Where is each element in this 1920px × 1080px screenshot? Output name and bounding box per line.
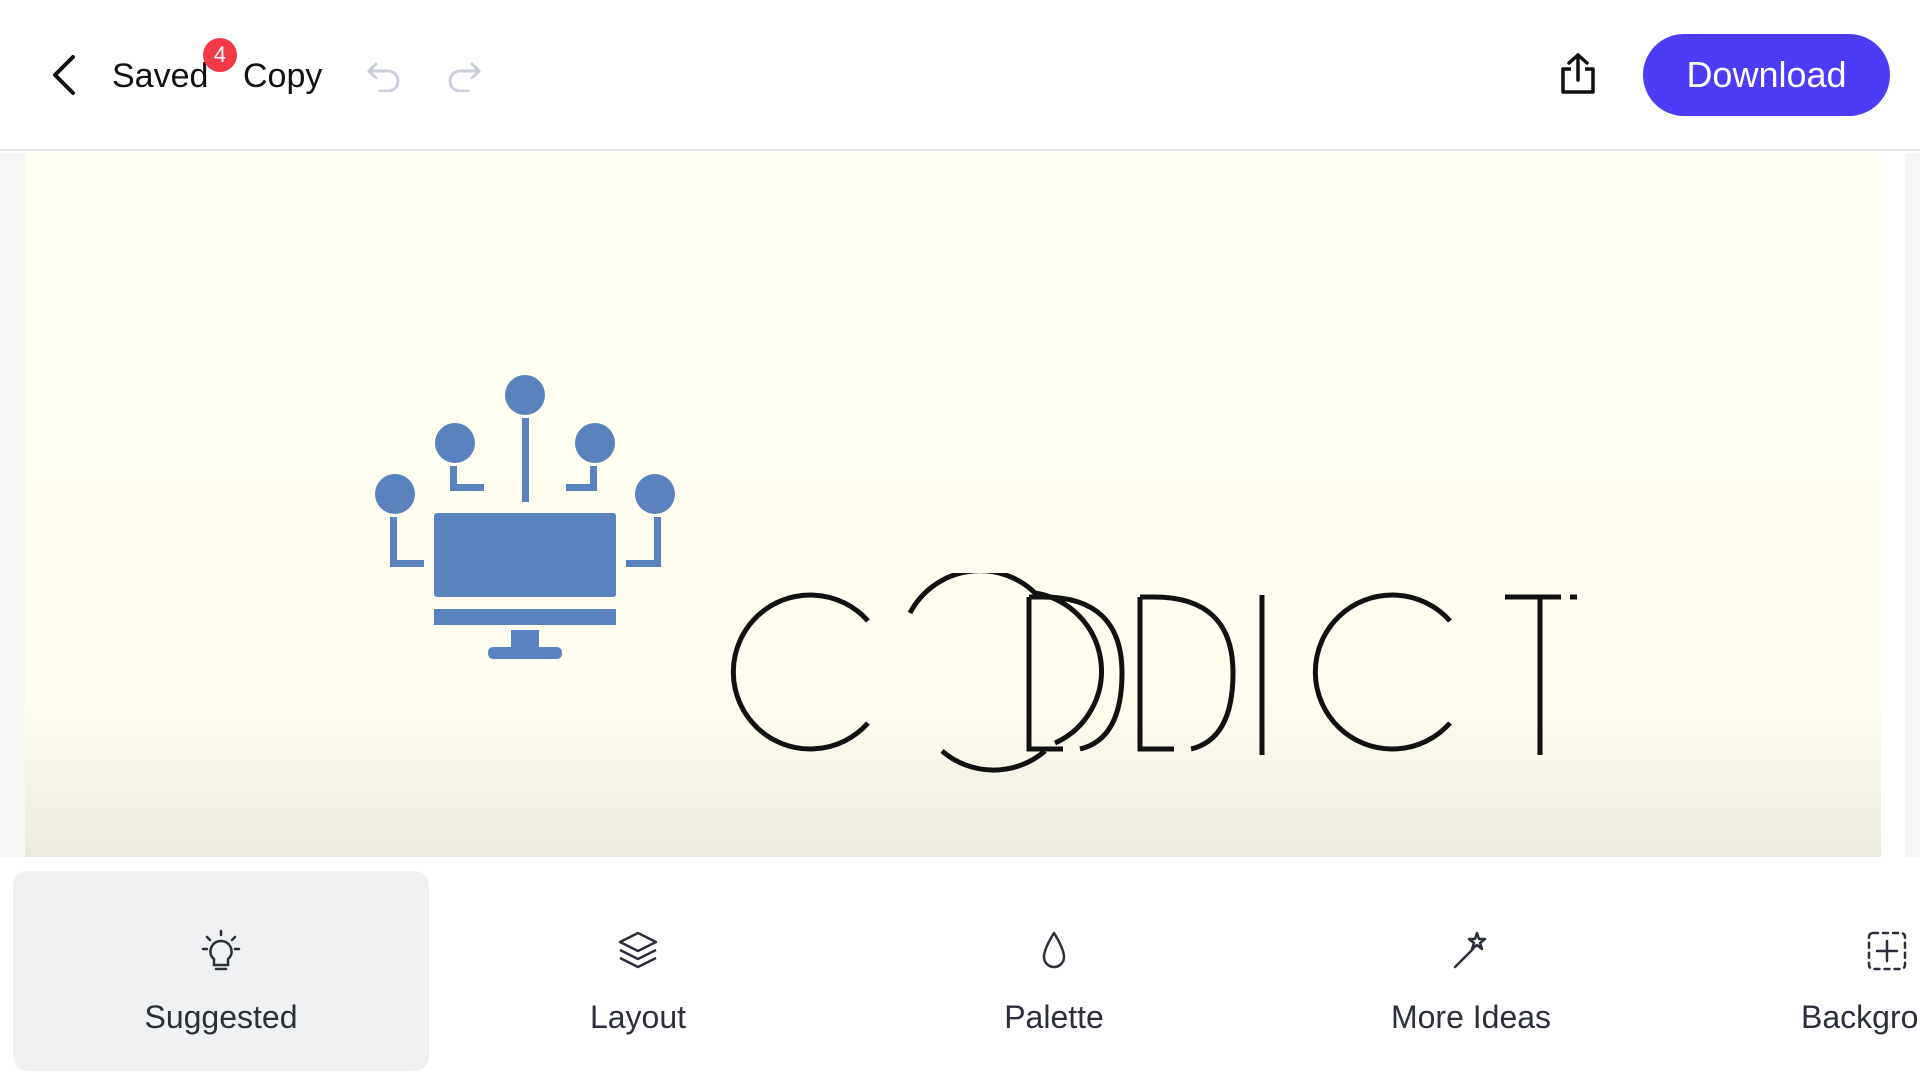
undo-button[interactable] <box>364 56 404 96</box>
layers-icon <box>616 929 660 973</box>
scrollbar-track[interactable] <box>1881 153 1905 857</box>
tab-more-ideas[interactable]: More Ideas <box>1263 871 1679 1071</box>
magic-wand-icon <box>1449 929 1493 973</box>
document-title[interactable]: Copy <box>243 56 322 96</box>
chevron-left-icon <box>53 55 75 95</box>
back-button[interactable] <box>40 50 90 100</box>
tab-suggested[interactable]: Suggested <box>13 871 429 1071</box>
redo-button[interactable] <box>444 56 484 96</box>
tab-background[interactable]: Backgro <box>1680 871 1920 1071</box>
design-artboard[interactable] <box>25 153 1881 857</box>
undo-icon <box>367 62 400 92</box>
droplet-icon <box>1032 929 1076 973</box>
tab-palette[interactable]: Palette <box>846 871 1262 1071</box>
tab-palette-label: Palette <box>1004 999 1104 1035</box>
redo-icon <box>448 62 481 92</box>
share-button[interactable] <box>1554 50 1602 98</box>
notification-badge: 4 <box>203 38 237 72</box>
lightbulb-icon <box>199 929 243 973</box>
tab-background-label: Backgro <box>1801 999 1919 1035</box>
tab-suggested-label: Suggested <box>144 999 298 1035</box>
tab-more-ideas-label: More Ideas <box>1390 999 1552 1035</box>
top-bar: Saved 4 Copy Download <box>0 0 1920 151</box>
download-button[interactable]: Download <box>1643 34 1890 116</box>
bottom-toolbar: Suggested Layout Palette More Ideas Back… <box>0 857 1920 1080</box>
tab-layout-label: Layout <box>589 999 687 1035</box>
computer-network-logo-icon <box>375 375 675 659</box>
background-grid-icon <box>1865 929 1909 973</box>
tab-layout[interactable]: Layout <box>430 871 846 1071</box>
share-icon <box>1561 53 1595 94</box>
design-canvas-area <box>0 153 1920 857</box>
coddict-logotype <box>730 573 1577 773</box>
saved-status: Saved <box>112 57 209 95</box>
